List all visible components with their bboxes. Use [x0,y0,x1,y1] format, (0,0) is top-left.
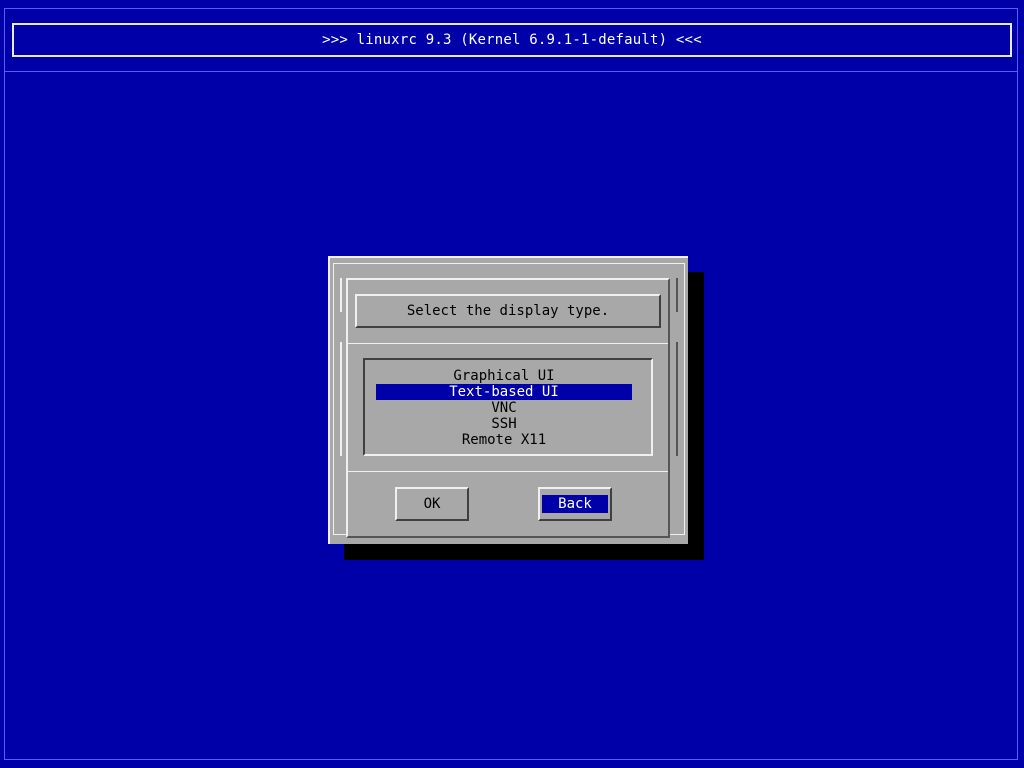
back-button[interactable]: Back [538,487,612,521]
option-remote-x11[interactable]: Remote X11 [376,432,632,448]
option-vnc[interactable]: VNC [376,400,632,416]
dialog-prompt: Select the display type. [406,303,610,319]
display-type-list[interactable]: Graphical UI Text-based UI VNC SSH Remot… [363,358,653,456]
separator-bottom [348,471,668,472]
option-list: Graphical UI Text-based UI VNC SSH Remot… [376,368,632,448]
title-text: >>> linuxrc 9.3 (Kernel 6.9.1-1-default)… [322,32,702,48]
title-box: >>> linuxrc 9.3 (Kernel 6.9.1-1-default)… [12,23,1012,57]
dialog-prompt-box: Select the display type. [355,294,661,328]
ok-button-label: OK [423,496,441,512]
option-ssh[interactable]: SSH [376,416,632,432]
option-text-based-ui[interactable]: Text-based UI [376,384,632,400]
back-button-label: Back [542,495,608,513]
option-graphical-ui[interactable]: Graphical UI [376,368,632,384]
separator-top [348,343,668,344]
ok-button[interactable]: OK [395,487,469,521]
installer-screen: >>> linuxrc 9.3 (Kernel 6.9.1-1-default)… [0,0,1024,768]
